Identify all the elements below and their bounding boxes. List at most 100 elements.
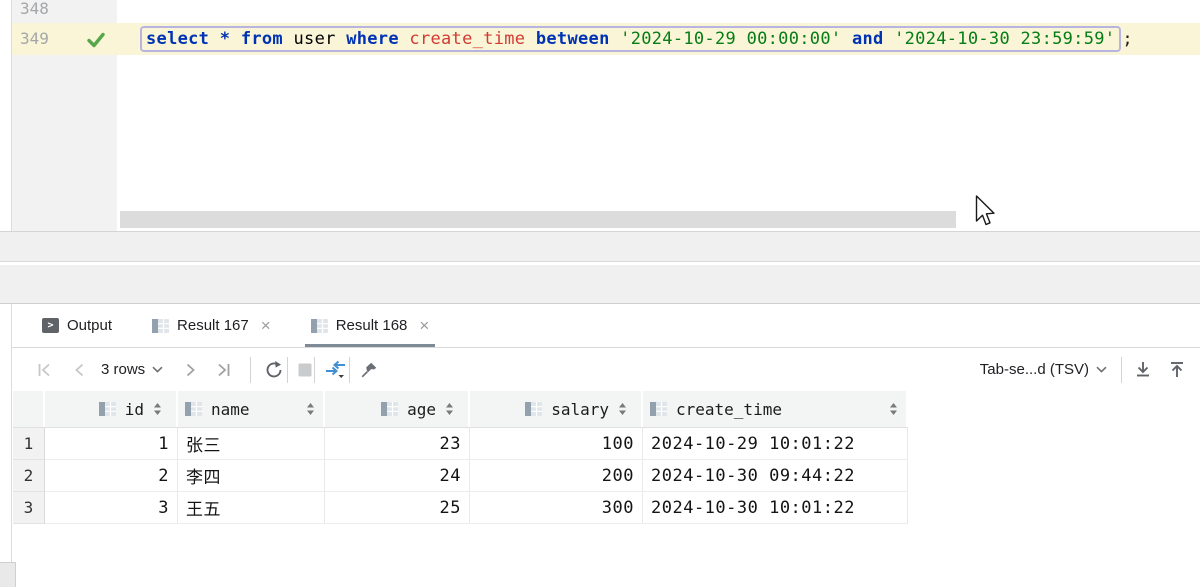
column-header-id[interactable]: id (45, 391, 178, 427)
row-number[interactable]: 3 (13, 492, 45, 524)
grid-header-row: id name age salary create_time (13, 391, 908, 428)
prev-page-icon (73, 362, 85, 378)
column-label: age (407, 400, 436, 419)
column-header-create-time[interactable]: create_time (643, 391, 908, 427)
chevron-down-icon (1096, 366, 1107, 373)
cell-name[interactable]: 李四 (178, 460, 325, 492)
tab-label: Result 168 (336, 317, 408, 334)
column-header-age[interactable]: age (325, 391, 470, 427)
table-row: 1 1 张三 23 100 2024-10-29 10:01:22 (13, 428, 908, 460)
cell-id[interactable]: 1 (45, 428, 178, 460)
toolbar-divider (349, 357, 350, 383)
table-icon (525, 402, 542, 416)
extractor-label: Tab-se...d (TSV) (980, 361, 1089, 378)
column-label: name (211, 400, 250, 419)
sql-token: select (146, 29, 220, 49)
cell-age[interactable]: 24 (325, 460, 470, 492)
tab-output[interactable]: > Output (36, 304, 118, 347)
sql-token: where (346, 29, 399, 49)
column-header-salary[interactable]: salary (470, 391, 643, 427)
cell-salary[interactable]: 100 (470, 428, 643, 460)
sql-token: '2024-10-29 00:00:00' (620, 29, 841, 49)
row-number[interactable]: 2 (13, 460, 45, 492)
export-button[interactable] (1134, 356, 1152, 384)
cell-id[interactable]: 2 (45, 460, 178, 492)
run-success-icon[interactable] (86, 30, 106, 50)
sort-icon[interactable] (618, 402, 627, 416)
cell-name[interactable]: 王五 (178, 492, 325, 524)
import-button[interactable] (1168, 356, 1186, 384)
extractor-dropdown[interactable]: Tab-se...d (TSV) (980, 361, 1107, 378)
reload-button[interactable] (263, 356, 285, 384)
cell-name[interactable]: 张三 (178, 428, 325, 460)
prev-page-button[interactable] (73, 356, 85, 384)
table-icon (311, 319, 328, 333)
next-page-button[interactable] (185, 356, 197, 384)
tab-label: Output (67, 317, 112, 334)
results-left-strip (0, 304, 12, 587)
sql-token: from (241, 29, 283, 49)
cell-age[interactable]: 25 (325, 492, 470, 524)
sql-token: ; (1121, 29, 1133, 49)
sort-icon[interactable] (889, 402, 898, 416)
tab-result-167[interactable]: Result 167 × (146, 304, 277, 347)
table-icon (185, 402, 202, 416)
compare-button[interactable] (325, 356, 347, 384)
table-row: 2 2 李四 24 200 2024-10-30 09:44:22 (13, 460, 908, 492)
stop-button[interactable] (298, 356, 312, 384)
pin-button[interactable] (360, 356, 378, 384)
close-icon[interactable]: × (419, 317, 429, 334)
cell-age[interactable]: 23 (325, 428, 470, 460)
sql-token: '2024-10-30 23:59:59' (894, 29, 1115, 49)
results-tabbar: > Output Result 167 × Result 168 × (12, 304, 1200, 348)
tab-result-168[interactable]: Result 168 × (305, 304, 436, 347)
first-page-button[interactable] (36, 356, 53, 384)
terminal-icon: > (42, 318, 59, 333)
sql-token (884, 29, 895, 49)
table-row: 3 3 王五 25 300 2024-10-30 10:01:22 (13, 492, 908, 524)
cell-salary[interactable]: 300 (470, 492, 643, 524)
grid-corner-cell[interactable] (13, 391, 45, 427)
sql-token (841, 29, 852, 49)
datagrip-window: 348 349 select * from user where create_… (0, 0, 1200, 587)
table-icon (381, 402, 398, 416)
sort-icon[interactable] (153, 402, 162, 416)
pin-icon (360, 361, 378, 379)
editor-bottom-band (0, 231, 1200, 262)
column-label: create_time (676, 400, 782, 419)
compare-icon (325, 360, 347, 379)
page-size-dropdown[interactable]: 3 rows (101, 361, 163, 378)
cell-create-time[interactable]: 2024-10-30 10:01:22 (643, 492, 908, 524)
cell-create-time[interactable]: 2024-10-29 10:01:22 (643, 428, 908, 460)
first-page-icon (36, 362, 53, 378)
cell-salary[interactable]: 200 (470, 460, 643, 492)
chevron-down-icon (152, 366, 163, 373)
last-page-button[interactable] (215, 356, 232, 384)
column-header-name[interactable]: name (178, 391, 325, 427)
toolbar-divider (314, 357, 315, 383)
cell-create-time[interactable]: 2024-10-30 09:44:22 (643, 460, 908, 492)
table-icon (99, 402, 116, 416)
sql-token: between (536, 29, 610, 49)
next-page-icon (185, 362, 197, 378)
sql-token: * (220, 29, 241, 49)
sql-token (399, 29, 410, 49)
data-grid: 1 1 张三 23 100 2024-10-29 10:01:22 2 2 李四… (13, 428, 908, 524)
last-page-icon (215, 362, 232, 378)
stop-icon (298, 363, 312, 377)
toolbar-divider (1121, 357, 1122, 383)
sort-icon[interactable] (445, 402, 454, 416)
sql-token: user (283, 29, 346, 49)
page-size-label: 3 rows (101, 361, 145, 378)
row-number[interactable]: 1 (13, 428, 45, 460)
horizontal-scrollbar[interactable] (120, 211, 956, 228)
cell-id[interactable]: 3 (45, 492, 178, 524)
sort-icon[interactable] (306, 402, 315, 416)
table-icon (650, 402, 667, 416)
sql-statement[interactable]: select * from user where create_time bet… (140, 26, 1121, 52)
toolbar-divider (287, 357, 288, 383)
column-label: salary (551, 400, 609, 419)
panel-splitter-band[interactable] (0, 265, 1200, 304)
close-icon[interactable]: × (261, 317, 271, 334)
sql-editor[interactable]: select * from user where create_time bet… (140, 23, 1133, 55)
